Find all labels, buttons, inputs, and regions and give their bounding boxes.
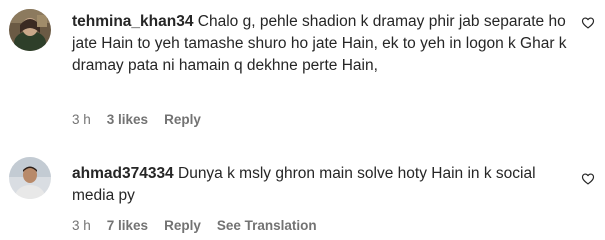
avatar[interactable]	[9, 157, 51, 199]
comment-timestamp[interactable]: 3 h	[72, 218, 91, 233]
comment-item: tehmina_khan34 Chalo g, pehle shadion k …	[0, 0, 605, 140]
heart-outline-icon[interactable]	[581, 172, 595, 186]
avatar[interactable]	[9, 9, 51, 51]
likes-count[interactable]: 3 likes	[107, 112, 148, 127]
comment-meta: 3 h 3 likes Reply	[72, 112, 201, 127]
comment-item: ahmad374334 Dunya k msly ghron main solv…	[0, 140, 605, 240]
comment-username[interactable]: tehmina_khan34	[72, 13, 193, 30]
comment-body: tehmina_khan34 Chalo g, pehle shadion k …	[72, 11, 572, 77]
comment-meta: 3 h 7 likes Reply See Translation	[72, 218, 317, 233]
see-translation-button[interactable]: See Translation	[217, 218, 317, 233]
reply-button[interactable]: Reply	[164, 112, 201, 127]
comment-username[interactable]: ahmad374334	[72, 165, 174, 182]
reply-button[interactable]: Reply	[164, 218, 201, 233]
comment-timestamp[interactable]: 3 h	[72, 112, 91, 127]
heart-outline-icon[interactable]	[581, 16, 595, 30]
comment-body: ahmad374334 Dunya k msly ghron main solv…	[72, 163, 572, 207]
likes-count[interactable]: 7 likes	[107, 218, 148, 233]
